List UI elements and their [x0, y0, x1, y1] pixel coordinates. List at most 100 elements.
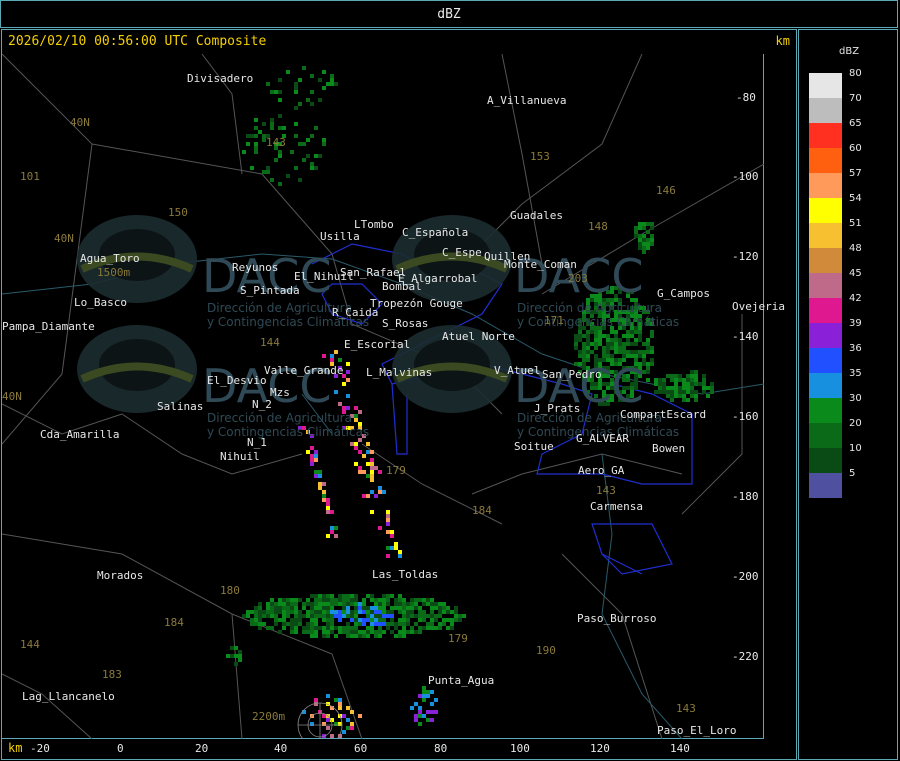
legend-title: dBZ	[839, 46, 860, 57]
echo-pixel	[414, 630, 418, 634]
echo-pixel	[354, 614, 358, 618]
echo-pixel	[330, 630, 334, 634]
echo-pixel	[666, 394, 670, 398]
echo-pixel	[402, 610, 406, 614]
echo-pixel	[370, 474, 374, 478]
echo-pixel	[638, 234, 642, 238]
echo-pixel	[338, 594, 342, 598]
echo-pixel	[274, 614, 278, 618]
echo-pixel	[270, 122, 274, 126]
place-label: Atuel Norte	[442, 330, 515, 343]
echo-pixel	[234, 662, 238, 666]
echo-pixel	[602, 354, 606, 358]
echo-pixel	[314, 594, 318, 598]
echo-pixel	[358, 466, 362, 470]
map-plot-area[interactable]: DACC Dirección de Agricultura y Continge…	[2, 54, 785, 739]
echo-pixel	[358, 450, 362, 454]
echo-pixel	[402, 622, 406, 626]
echo-pixel	[254, 134, 258, 138]
echo-pixel	[234, 646, 238, 650]
echo-pixel	[646, 362, 650, 366]
echo-pixel	[298, 598, 302, 602]
echo-pixel	[246, 614, 250, 618]
echo-pixel	[374, 602, 378, 606]
echo-pixel	[290, 602, 294, 606]
echo-pixel	[318, 626, 322, 630]
echo-pixel	[354, 606, 358, 610]
echo-pixel	[242, 150, 246, 154]
road-number: 179	[386, 464, 406, 477]
echo-pixel	[314, 606, 318, 610]
echo-pixel	[426, 690, 430, 694]
echo-pixel	[370, 594, 374, 598]
echo-pixel	[438, 610, 442, 614]
echo-pixel	[702, 390, 706, 394]
echo-pixel	[274, 610, 278, 614]
echo-pixel	[438, 614, 442, 618]
echo-pixel	[330, 526, 334, 530]
echo-pixel	[374, 622, 378, 626]
echo-pixel	[358, 606, 362, 610]
echo-pixel	[330, 74, 334, 78]
echo-pixel	[246, 134, 250, 138]
echo-pixel	[330, 602, 334, 606]
echo-pixel	[418, 626, 422, 630]
echo-pixel	[266, 610, 270, 614]
echo-pixel	[358, 410, 362, 414]
echo-pixel	[354, 442, 358, 446]
echo-pixel	[358, 634, 362, 638]
echo-pixel	[594, 334, 598, 338]
echo-pixel	[418, 610, 422, 614]
echo-pixel	[374, 618, 378, 622]
echo-pixel	[386, 518, 390, 522]
road-number: 40N	[2, 390, 22, 403]
echo-pixel	[690, 370, 694, 374]
echo-pixel	[610, 354, 614, 358]
echo-pixel	[258, 610, 262, 614]
echo-pixel	[338, 722, 342, 726]
echo-pixel	[254, 622, 258, 626]
echo-pixel	[678, 390, 682, 394]
echo-pixel	[378, 602, 382, 606]
echo-pixel	[370, 470, 374, 474]
echo-pixel	[378, 606, 382, 610]
echo-pixel	[346, 622, 350, 626]
road-number: 146	[656, 184, 676, 197]
echo-pixel	[366, 630, 370, 634]
echo-pixel	[594, 330, 598, 334]
x-tick-label: 120	[590, 742, 610, 755]
echo-pixel	[346, 406, 350, 410]
echo-pixel	[382, 610, 386, 614]
echo-pixel	[674, 390, 678, 394]
echo-pixel	[318, 606, 322, 610]
echo-pixel	[614, 330, 618, 334]
echo-pixel	[362, 598, 366, 602]
echo-pixel	[326, 610, 330, 614]
echo-pixel	[658, 386, 662, 390]
place-label: Paso_El_Loro	[657, 724, 737, 737]
echo-pixel	[638, 238, 642, 242]
echo-pixel	[358, 622, 362, 626]
echo-pixel	[650, 234, 654, 238]
echo-pixel	[278, 154, 282, 158]
echo-pixel	[358, 630, 362, 634]
echo-pixel	[438, 602, 442, 606]
echo-pixel	[330, 354, 334, 358]
echo-pixel	[390, 622, 394, 626]
x-tick-label: 100	[510, 742, 530, 755]
watermark-line1-2: Dirección de Agricultura	[517, 301, 662, 315]
x-tick-label: 60	[354, 742, 368, 755]
echo-pixel	[686, 398, 690, 402]
echo-pixel	[438, 606, 442, 610]
echo-pixel	[418, 618, 422, 622]
echo-pixel	[450, 626, 454, 630]
legend-swatch	[809, 323, 842, 348]
echo-pixel	[690, 386, 694, 390]
road-number: 203	[568, 272, 588, 285]
echo-pixel	[270, 626, 274, 630]
echo-pixel	[386, 602, 390, 606]
echo-pixel	[302, 142, 306, 146]
echo-pixel	[350, 626, 354, 630]
echo-pixel	[298, 178, 302, 182]
echo-pixel	[262, 622, 266, 626]
